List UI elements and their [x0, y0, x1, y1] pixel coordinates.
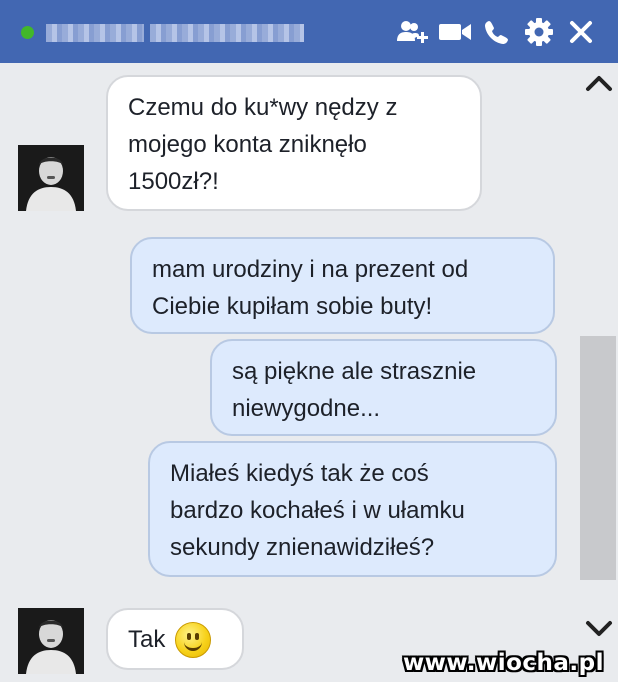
smiley-icon	[175, 621, 212, 658]
contact-avatar[interactable]	[18, 145, 84, 211]
blurred-first-name	[46, 24, 144, 42]
message-bubble-incoming: Czemu do ku*wy nędzy z mojego konta znik…	[106, 75, 482, 211]
message-bubble-incoming: Tak	[106, 608, 244, 670]
contact-avatar[interactable]	[18, 608, 84, 674]
close-icon[interactable]	[560, 14, 602, 50]
chat-window: Czemu do ku*wy nędzy z mojego konta znik…	[0, 0, 618, 682]
scroll-down-icon[interactable]	[582, 616, 616, 642]
scroll-up-icon[interactable]	[582, 70, 616, 96]
message-bubble-outgoing: są piękne ale strasznie niewygodne...	[210, 339, 557, 436]
online-status-dot	[21, 26, 34, 39]
video-call-icon[interactable]	[434, 14, 476, 50]
chat-header	[0, 0, 618, 63]
header-actions	[392, 14, 602, 50]
scrollbar-thumb[interactable]	[580, 336, 616, 580]
message-bubble-outgoing: Miałeś kiedyś tak że coś bardzo kochałeś…	[148, 441, 557, 577]
message-bubble-outgoing: mam urodziny i na prezent od Ciebie kupi…	[130, 237, 555, 334]
message-text: Tak	[128, 626, 166, 653]
watermark: www.wiocha.pl	[402, 650, 604, 676]
contact-name-blurred[interactable]	[46, 21, 304, 45]
add-friend-icon[interactable]	[392, 14, 434, 50]
blurred-last-name	[150, 24, 304, 42]
phone-icon[interactable]	[476, 14, 518, 50]
gear-icon[interactable]	[518, 14, 560, 50]
